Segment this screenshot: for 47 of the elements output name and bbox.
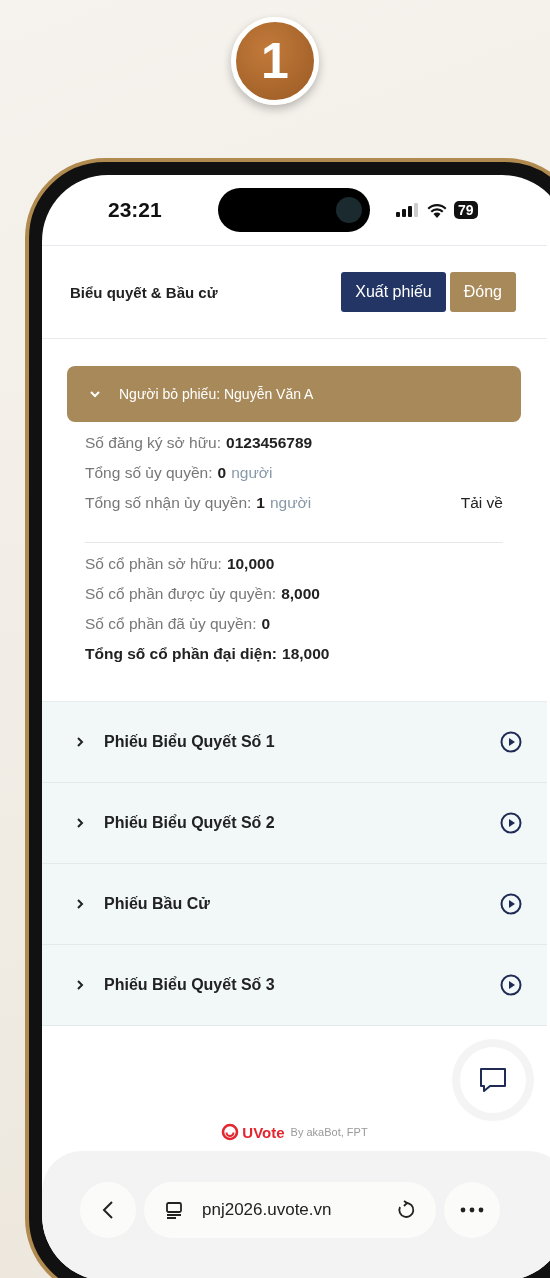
reader-icon[interactable] [164, 1200, 184, 1220]
ballot-row[interactable]: Phiếu Biểu Quyết Số 3 [42, 945, 547, 1026]
credit-text: By akaBot, FPT [290, 1126, 368, 1138]
unit-label: người [231, 464, 273, 482]
play-circle-icon[interactable] [500, 812, 522, 834]
play-circle-icon[interactable] [500, 893, 522, 915]
ballot-title: Phiếu Bầu Cử [104, 895, 211, 913]
step-badge: 1 [231, 17, 319, 105]
export-button[interactable]: Xuất phiếu [341, 272, 446, 312]
share-label: Số cổ phần được ủy quyền: [85, 585, 277, 603]
download-link[interactable]: Tải về [460, 494, 503, 512]
page-title: Biểu quyết & Bầu cử [70, 283, 218, 301]
ballot-title: Phiếu Biểu Quyết Số 2 [104, 814, 276, 832]
share-label: Tổng số cổ phần đại diện: [85, 645, 278, 663]
share-value: 8,000 [281, 585, 320, 603]
detail-label: Tổng số ủy quyền: [85, 464, 213, 482]
address-bar[interactable]: pnj2026.uvote.vn [144, 1182, 436, 1238]
detail-value: 1 [256, 494, 265, 512]
reload-icon[interactable] [396, 1200, 416, 1220]
battery-level: 79 [454, 201, 478, 219]
share-label: Số cổ phần sở hữu: [85, 555, 222, 573]
ballot-row[interactable]: Phiếu Biểu Quyết Số 1 [42, 702, 547, 783]
ballot-row[interactable]: Phiếu Biểu Quyết Số 2 [42, 783, 547, 864]
share-value: 18,000 [282, 645, 330, 663]
wifi-icon [427, 202, 447, 218]
detail-value: 0 [217, 464, 227, 482]
detail-value: 0123456789 [226, 434, 313, 452]
chat-icon [478, 1066, 508, 1094]
signal-icon [396, 203, 420, 217]
url-text: pnj2026.uvote.vn [202, 1200, 333, 1220]
ballot-title: Phiếu Biểu Quyết Số 1 [104, 733, 276, 751]
unit-label: người [269, 494, 312, 512]
ballot-row[interactable]: Phiếu Bầu Cử [42, 864, 547, 945]
share-value: 10,000 [226, 555, 275, 573]
share-label: Số cổ phần đã ủy quyền: [85, 615, 257, 633]
ballot-title: Phiếu Biểu Quyết Số 3 [104, 976, 276, 994]
brand-name: UVote [242, 1123, 285, 1141]
share-value: 0 [261, 615, 271, 633]
more-icon [460, 1207, 484, 1213]
status-time: 23:21 [108, 198, 163, 222]
detail-label: Số đăng ký sở hữu: [85, 434, 221, 452]
play-circle-icon[interactable] [500, 974, 522, 996]
back-icon [101, 1200, 115, 1220]
voter-name: Người bỏ phiếu: Nguyễn Văn A [119, 386, 314, 402]
play-circle-icon[interactable] [500, 731, 522, 753]
detail-label: Tổng số nhận ủy quyền: [85, 494, 252, 512]
logo-icon [221, 1123, 240, 1141]
